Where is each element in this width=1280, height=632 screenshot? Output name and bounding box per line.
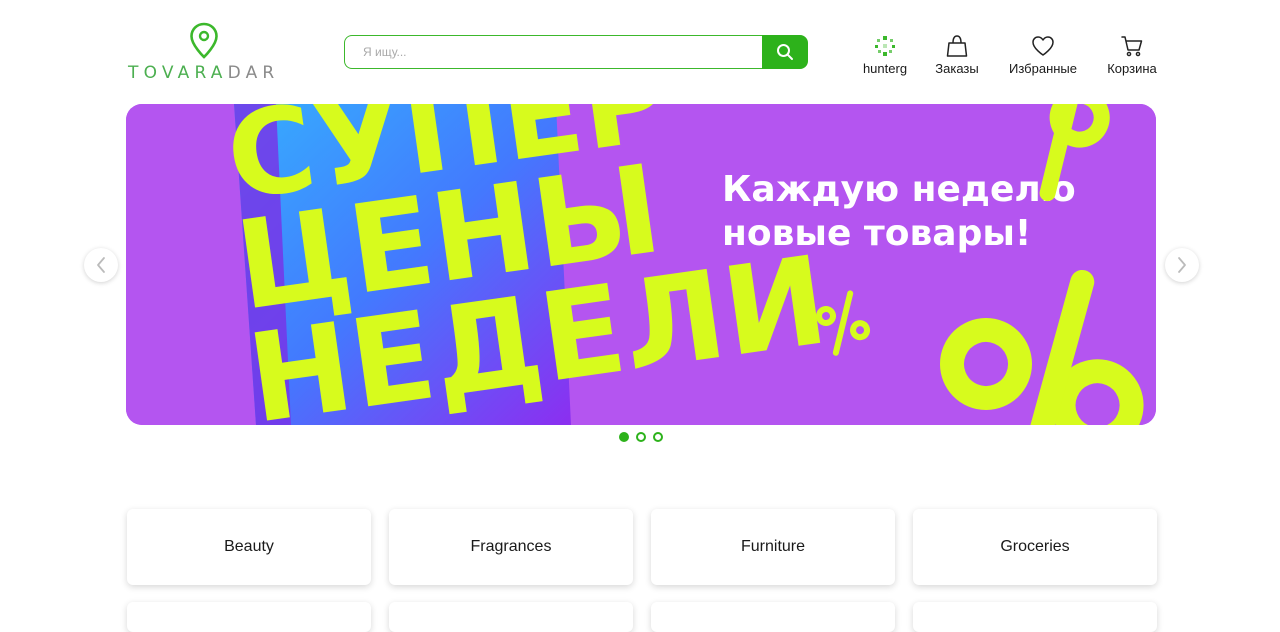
category-card-fragrances[interactable]: Fragrances xyxy=(389,509,633,585)
location-pin-icon xyxy=(190,22,218,59)
nav-orders-label: Заказы xyxy=(935,61,979,76)
carousel-prev-button[interactable] xyxy=(84,248,118,282)
banner-tagline-line1: Каждую неделю xyxy=(722,169,1076,210)
nav-profile-label: hunterg xyxy=(862,61,908,76)
chevron-left-icon xyxy=(97,257,105,273)
promo-banner[interactable]: СУПЕР ЦЕНЫ НЕДЕЛИ Каждую неделю новые то… xyxy=(126,104,1156,425)
chevron-right-icon xyxy=(1178,257,1186,273)
nav-cart-label: Корзина xyxy=(1107,61,1157,76)
logo-wordmark: TOVARADAR xyxy=(128,63,279,83)
carousel-dot-2[interactable] xyxy=(636,432,646,442)
category-label: Fragrances xyxy=(470,538,552,555)
category-card[interactable] xyxy=(127,602,371,632)
category-card-beauty[interactable]: Beauty xyxy=(127,509,371,585)
category-card-groceries[interactable]: Groceries xyxy=(913,509,1157,585)
category-label: Furniture xyxy=(740,538,806,555)
nav-profile[interactable]: hunterg xyxy=(860,34,910,78)
category-card[interactable] xyxy=(651,602,895,632)
carousel-next-button[interactable] xyxy=(1165,248,1199,282)
banner-artwork: СУПЕР ЦЕНЫ НЕДЕЛИ Каждую неделю новые то… xyxy=(126,104,1156,425)
header: TOVARADAR Я ищу... hunterg Заказы Избран… xyxy=(0,0,1280,100)
carousel-pagination xyxy=(619,432,663,442)
category-label: Beauty xyxy=(224,538,274,555)
nav-favorites[interactable]: Избранные xyxy=(1004,34,1082,78)
banner-tagline-line2: новые товары! xyxy=(722,213,1031,254)
category-card[interactable] xyxy=(913,602,1157,632)
nav-favorites-label: Избранные xyxy=(1009,61,1077,76)
search-icon xyxy=(777,44,793,60)
avatar-icon xyxy=(875,36,895,56)
category-card-furniture[interactable]: Furniture xyxy=(651,509,895,585)
category-card[interactable] xyxy=(389,602,633,632)
heart-icon xyxy=(1032,36,1054,56)
nav-cart[interactable]: Корзина xyxy=(1103,34,1161,78)
search-bar xyxy=(344,35,808,69)
carousel-dot-3[interactable] xyxy=(653,432,663,442)
nav-orders[interactable]: Заказы xyxy=(931,34,983,78)
logo-text-green: TOVARA xyxy=(128,63,228,83)
shopping-bag-icon xyxy=(946,35,968,57)
logo-text-grey: DAR xyxy=(227,63,280,83)
category-label: Groceries xyxy=(1000,538,1070,555)
logo[interactable]: TOVARADAR xyxy=(127,22,287,84)
search-button[interactable] xyxy=(762,35,808,69)
cart-icon xyxy=(1121,36,1143,57)
carousel-dot-1[interactable] xyxy=(619,432,629,442)
search-input[interactable] xyxy=(344,35,774,69)
